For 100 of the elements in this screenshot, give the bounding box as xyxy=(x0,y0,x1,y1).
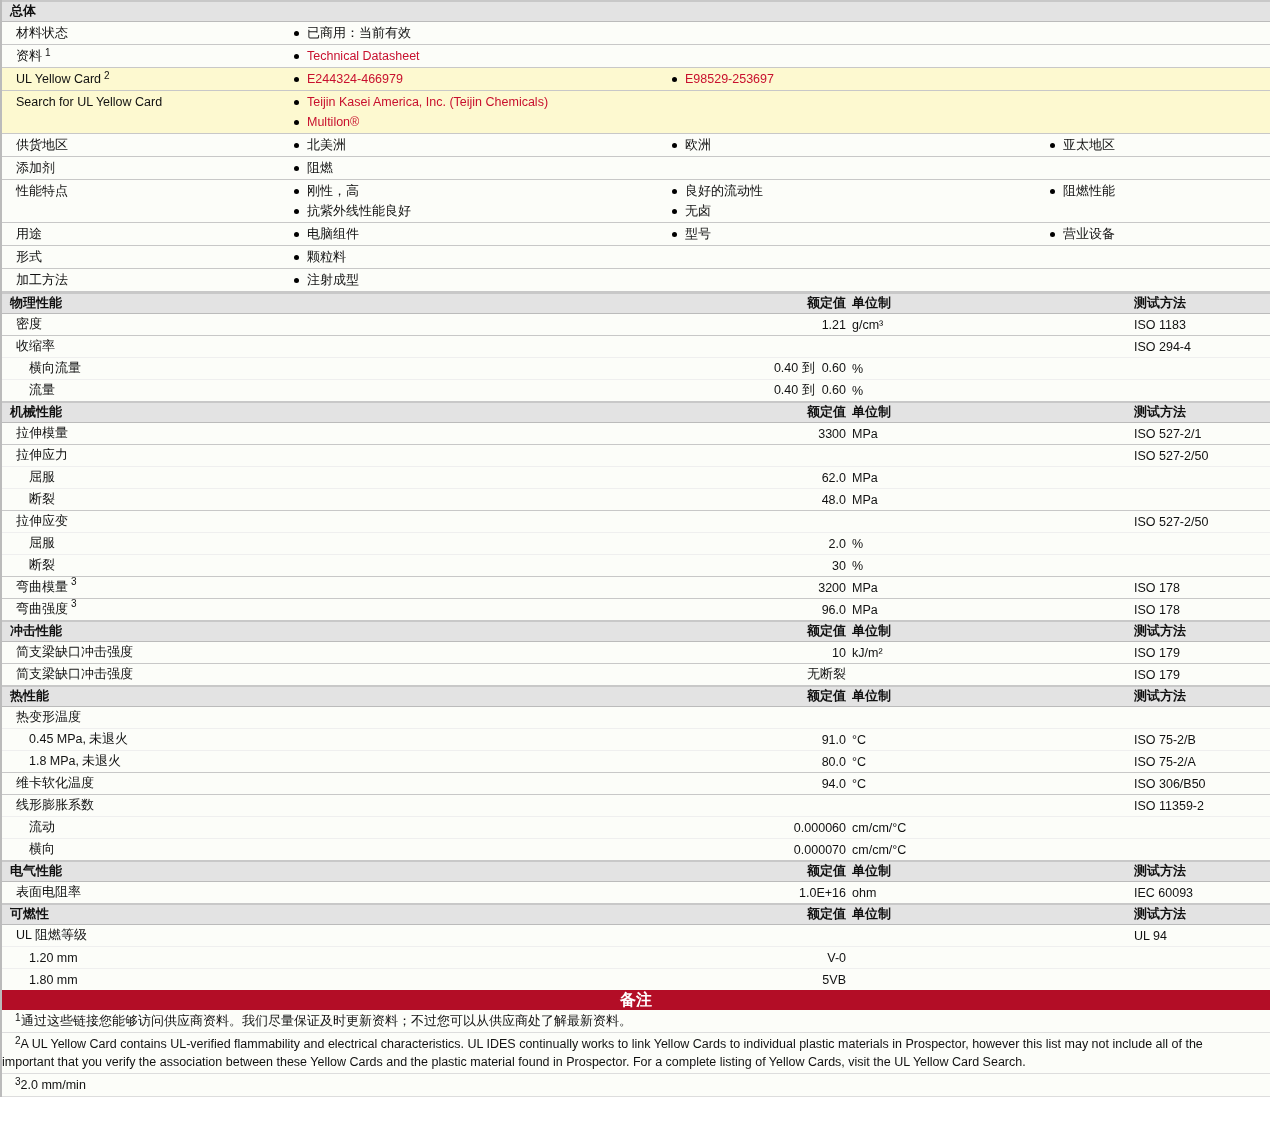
footnote-text: important that you verify the association between these Yellow Cards and the plastic material found in Prospector. For a complete listing of Yellow Cards, visit the UL Yellow Card Search. xyxy=(2,1055,1026,1069)
section-title: 机械性能 xyxy=(10,404,63,421)
property-value: 1.21 xyxy=(821,317,846,332)
property-label: 0.45 MPa, 未退火 xyxy=(29,732,129,746)
property-value: 营业设备 xyxy=(1063,226,1115,243)
property-value: 5VB xyxy=(822,972,846,987)
bullet-icon xyxy=(294,188,299,194)
property-value: 型号 xyxy=(685,226,711,243)
test-method: ISO 294-4 xyxy=(1134,339,1191,354)
bullet-icon xyxy=(672,142,677,148)
bullet-icon xyxy=(294,119,299,125)
property-label: 形式 xyxy=(16,250,42,264)
section-title: 可燃性 xyxy=(10,906,50,923)
property-value: 电脑组件 xyxy=(307,226,359,243)
column-header: 测试方法 xyxy=(1134,906,1187,923)
column-header: 单位制 xyxy=(852,295,892,312)
property-value: 刚性，高 xyxy=(307,183,359,200)
test-method: ISO 75-2/A xyxy=(1134,754,1196,769)
unit-label: °C xyxy=(852,732,867,747)
property-value: 阻燃性能 xyxy=(1063,183,1115,200)
unit-label: g/cm³ xyxy=(852,317,884,332)
bullet-icon xyxy=(294,208,299,214)
property-value: 欧洲 xyxy=(685,137,711,154)
property-value: 抗紫外线性能良好 xyxy=(307,203,411,220)
test-method: UL 94 xyxy=(1134,928,1167,943)
test-method: ISO 178 xyxy=(1134,580,1180,595)
property-label: 1.20 mm xyxy=(29,950,78,965)
property-label: 拉伸模量 xyxy=(16,426,68,440)
property-label: 横向流量 xyxy=(29,361,81,375)
property-value: 已商用：当前有效 xyxy=(307,25,411,42)
property-label: 弯曲模量 xyxy=(16,580,68,594)
bullet-icon xyxy=(1050,231,1055,237)
bullet-icon xyxy=(294,76,299,82)
property-label: 屈服 xyxy=(29,536,55,550)
link[interactable]: Multilon® xyxy=(307,112,360,132)
property-value: 30 xyxy=(832,558,846,573)
column-header: 单位制 xyxy=(852,623,892,640)
property-label: 收缩率 xyxy=(16,339,55,353)
unit-label: MPa xyxy=(852,492,878,507)
bullet-icon xyxy=(294,53,299,59)
column-header: 单位制 xyxy=(852,404,892,421)
test-method: ISO 527-2/50 xyxy=(1134,514,1209,529)
property-label: 热变形温度 xyxy=(16,710,81,724)
unit-label: kJ/m² xyxy=(852,645,883,660)
link[interactable]: Technical Datasheet xyxy=(307,46,420,66)
bullet-icon xyxy=(672,231,677,237)
property-label: 密度 xyxy=(16,317,42,331)
footnote-mark: 3 xyxy=(71,598,77,609)
unit-label: °C xyxy=(852,776,867,791)
property-value: 91.0 xyxy=(821,732,846,747)
bullet-icon xyxy=(294,165,299,171)
property-value: 1.0E+16 xyxy=(799,885,846,900)
unit-label: °C xyxy=(852,754,867,769)
column-header: 额定值 xyxy=(806,688,847,705)
property-value: 0.40 到 0.60 xyxy=(773,361,846,375)
property-value: 3200 xyxy=(818,580,846,595)
footnote-mark: 2 xyxy=(104,70,110,81)
test-method: ISO 306/B50 xyxy=(1134,776,1206,791)
unit-label: % xyxy=(852,558,864,573)
link[interactable]: Teijin Kasei America, Inc. (Teijin Chemicals) xyxy=(307,92,549,112)
property-label: 简支梁缺口冲击强度 xyxy=(16,667,133,681)
bullet-icon xyxy=(1050,142,1055,148)
bullet-icon xyxy=(672,76,677,82)
property-value: 10 xyxy=(832,645,846,660)
test-method: ISO 179 xyxy=(1134,645,1180,660)
property-value: 颗粒料 xyxy=(307,249,346,266)
column-header: 测试方法 xyxy=(1134,863,1187,880)
column-header: 额定值 xyxy=(806,863,847,880)
column-header: 单位制 xyxy=(852,863,892,880)
footnote-mark: 1 xyxy=(15,1012,21,1023)
property-value: 96.0 xyxy=(821,602,846,617)
property-label: 表面电阻率 xyxy=(16,885,81,899)
footnote-text: 2.0 mm/min xyxy=(20,1078,86,1092)
property-value: 80.0 xyxy=(821,754,846,769)
property-label: 资料 xyxy=(16,49,42,63)
column-header: 测试方法 xyxy=(1134,295,1187,312)
unit-label: % xyxy=(852,383,864,398)
property-label: 加工方法 xyxy=(16,273,68,287)
property-label: 1.8 MPa, 未退火 xyxy=(29,754,122,768)
link[interactable]: E244324-466979 xyxy=(307,69,403,89)
unit-label: cm/cm/°C xyxy=(852,842,907,857)
property-label: 添加剂 xyxy=(16,161,55,175)
bullet-icon xyxy=(294,99,299,105)
section-title: 热性能 xyxy=(10,688,50,705)
property-value: 无断裂 xyxy=(807,667,846,681)
footnote-text: 通过这些链接您能够访问供应商资料。我们尽量保证及时更新资料；不过您可以从供应商处了解最新资料。 xyxy=(20,1014,632,1028)
property-value: 良好的流动性 xyxy=(685,183,763,200)
column-header: 额定值 xyxy=(806,404,847,421)
property-label: 性能特点 xyxy=(16,184,68,198)
bullet-icon xyxy=(294,142,299,148)
column-header: 测试方法 xyxy=(1134,404,1187,421)
link[interactable]: E98529-253697 xyxy=(685,69,774,89)
bullet-icon xyxy=(672,188,677,194)
property-label: 横向 xyxy=(29,842,55,856)
property-value: 亚太地区 xyxy=(1063,137,1115,154)
unit-label: cm/cm/°C xyxy=(852,820,907,835)
test-method: IEC 60093 xyxy=(1134,885,1194,900)
property-value: 0.000060 xyxy=(793,820,846,835)
property-value: 北美洲 xyxy=(307,137,346,154)
property-value: 0.40 到 0.60 xyxy=(773,383,846,397)
